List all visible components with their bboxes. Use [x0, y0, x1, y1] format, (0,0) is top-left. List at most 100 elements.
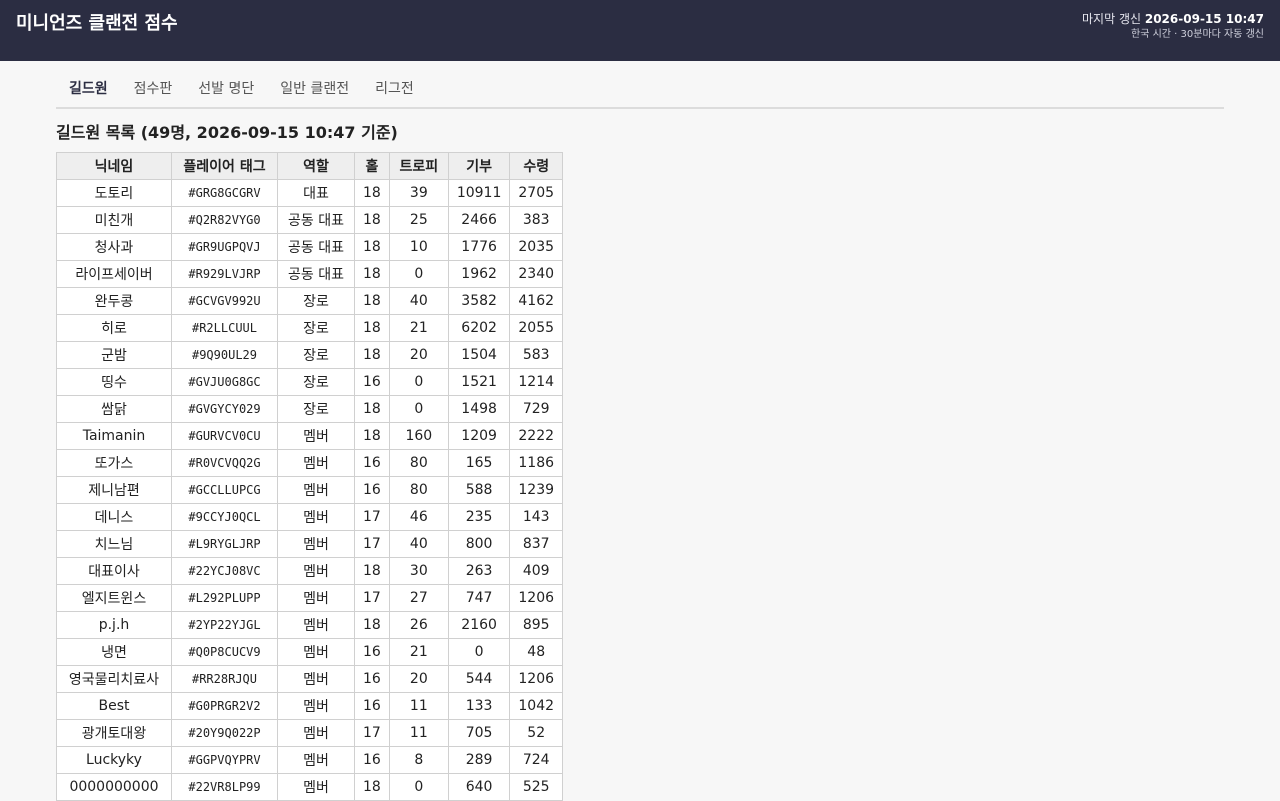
cell-nickname: 띵수 [56, 368, 172, 396]
column-header-role: 역할 [277, 152, 355, 180]
cell-player-tag: #GR9UGPQVJ [171, 233, 278, 261]
member-table: 닉네임 플레이어 태그 역할 홀 트로피 기부 수령 도토리 #GRG8GCGRV… [56, 152, 564, 801]
table-row: 미친개 #Q2R82VYG0 공동 대표 18 25 2466 383 [56, 206, 564, 234]
cell-nickname: 완두콩 [56, 287, 172, 315]
cell-hall: 17 [354, 719, 390, 747]
cell-donations: 1504 [447, 341, 511, 369]
tab-clan-war[interactable]: 일반 클랜전 [267, 74, 362, 107]
tab-league-war[interactable]: 리그전 [362, 74, 427, 107]
table-row: Taimanin #GURVCV0CU 멤버 18 160 1209 2222 [56, 422, 564, 450]
cell-hall: 16 [354, 638, 390, 666]
table-row: 0000000000 #22VR8LP99 멤버 18 0 640 525 [56, 773, 564, 801]
column-header-player-tag: 플레이어 태그 [171, 152, 278, 180]
cell-donations: 263 [447, 557, 511, 585]
cell-role: 멤버 [277, 719, 355, 747]
cell-role: 공동 대표 [277, 233, 355, 261]
cell-nickname: 제니남편 [56, 476, 172, 504]
cell-trophy: 21 [388, 314, 449, 342]
cell-received: 2705 [509, 179, 564, 207]
cell-received: 2035 [509, 233, 564, 261]
cell-received: 895 [509, 611, 564, 639]
cell-nickname: 라이프세이버 [56, 260, 172, 288]
cell-player-tag: #22YCJ08VC [171, 557, 278, 585]
cell-player-tag: #9Q90UL29 [171, 341, 278, 369]
tab-members[interactable]: 길드원 [56, 74, 121, 107]
cell-donations: 3582 [447, 287, 511, 315]
cell-hall: 17 [354, 503, 390, 531]
cell-donations: 6202 [447, 314, 511, 342]
cell-hall: 18 [354, 233, 390, 261]
cell-role: 멤버 [277, 665, 355, 693]
cell-donations: 0 [447, 638, 511, 666]
cell-trophy: 26 [388, 611, 449, 639]
cell-trophy: 30 [388, 557, 449, 585]
cell-player-tag: #9CCYJ0QCL [171, 503, 278, 531]
tab-lineup[interactable]: 선발 명단 [185, 74, 267, 107]
cell-trophy: 40 [388, 287, 449, 315]
cell-nickname: 데니스 [56, 503, 172, 531]
table-row: 도토리 #GRG8GCGRV 대표 18 39 10911 2705 [56, 179, 564, 207]
cell-nickname: 미친개 [56, 206, 172, 234]
cell-role: 멤버 [277, 746, 355, 774]
cell-trophy: 25 [388, 206, 449, 234]
cell-donations: 588 [447, 476, 511, 504]
cell-received: 52 [509, 719, 564, 747]
cell-nickname: 또가스 [56, 449, 172, 477]
cell-received: 1186 [509, 449, 564, 477]
table-row: 제니남편 #GCCLLUPCG 멤버 16 80 588 1239 [56, 476, 564, 504]
cell-role: 장로 [277, 395, 355, 423]
update-info: 마지막 갱신 2026-09-15 10:47 한국 시간 · 30분마다 자동… [1082, 11, 1264, 43]
cell-player-tag: #20Y9Q022P [171, 719, 278, 747]
table-row: Luckyky #GGPVQYPRV 멤버 16 8 289 724 [56, 746, 564, 774]
cell-donations: 800 [447, 530, 511, 558]
cell-role: 공동 대표 [277, 260, 355, 288]
cell-role: 멤버 [277, 422, 355, 450]
cell-role: 공동 대표 [277, 206, 355, 234]
cell-role: 멤버 [277, 557, 355, 585]
cell-trophy: 21 [388, 638, 449, 666]
tab-scoreboard[interactable]: 점수판 [121, 74, 186, 107]
cell-hall: 18 [354, 557, 390, 585]
cell-role: 멤버 [277, 638, 355, 666]
cell-received: 729 [509, 395, 564, 423]
cell-player-tag: #GCVGV992U [171, 287, 278, 315]
cell-received: 143 [509, 503, 564, 531]
cell-hall: 18 [354, 206, 390, 234]
cell-player-tag: #GGPVQYPRV [171, 746, 278, 774]
table-row: 영국물리치료사 #RR28RJQU 멤버 16 20 544 1206 [56, 665, 564, 693]
cell-trophy: 46 [388, 503, 449, 531]
cell-player-tag: #R0VCVQQ2G [171, 449, 278, 477]
cell-player-tag: #GVGYCY029 [171, 395, 278, 423]
cell-received: 2055 [509, 314, 564, 342]
cell-role: 멤버 [277, 584, 355, 612]
table-row: 띵수 #GVJU0G8GC 장로 16 0 1521 1214 [56, 368, 564, 396]
cell-role: 장로 [277, 368, 355, 396]
cell-trophy: 10 [388, 233, 449, 261]
cell-hall: 16 [354, 368, 390, 396]
column-header-hall: 홀 [354, 152, 390, 180]
cell-hall: 16 [354, 449, 390, 477]
cell-player-tag: #L9RYGLJRP [171, 530, 278, 558]
cell-trophy: 0 [388, 395, 449, 423]
cell-nickname: 냉면 [56, 638, 172, 666]
cell-received: 48 [509, 638, 564, 666]
cell-donations: 1521 [447, 368, 511, 396]
cell-received: 2340 [509, 260, 564, 288]
cell-trophy: 20 [388, 341, 449, 369]
cell-hall: 16 [354, 692, 390, 720]
cell-trophy: 160 [388, 422, 449, 450]
table-row: 데니스 #9CCYJ0QCL 멤버 17 46 235 143 [56, 503, 564, 531]
cell-role: 장로 [277, 287, 355, 315]
cell-trophy: 0 [388, 368, 449, 396]
table-body: 도토리 #GRG8GCGRV 대표 18 39 10911 2705 미친개 #Q2R82VYG… [56, 179, 564, 801]
cell-received: 1042 [509, 692, 564, 720]
table-row: 라이프세이버 #R929LVJRP 공동 대표 18 0 1962 2340 [56, 260, 564, 288]
cell-donations: 705 [447, 719, 511, 747]
last-update-line: 마지막 갱신 2026-09-15 10:47 [1082, 11, 1264, 27]
cell-nickname: Best [56, 692, 172, 720]
table-row: 엘지트윈스 #L292PLUPP 멤버 17 27 747 1206 [56, 584, 564, 612]
cell-player-tag: #GRG8GCGRV [171, 179, 278, 207]
cell-donations: 133 [447, 692, 511, 720]
cell-role: 멤버 [277, 611, 355, 639]
cell-hall: 18 [354, 341, 390, 369]
